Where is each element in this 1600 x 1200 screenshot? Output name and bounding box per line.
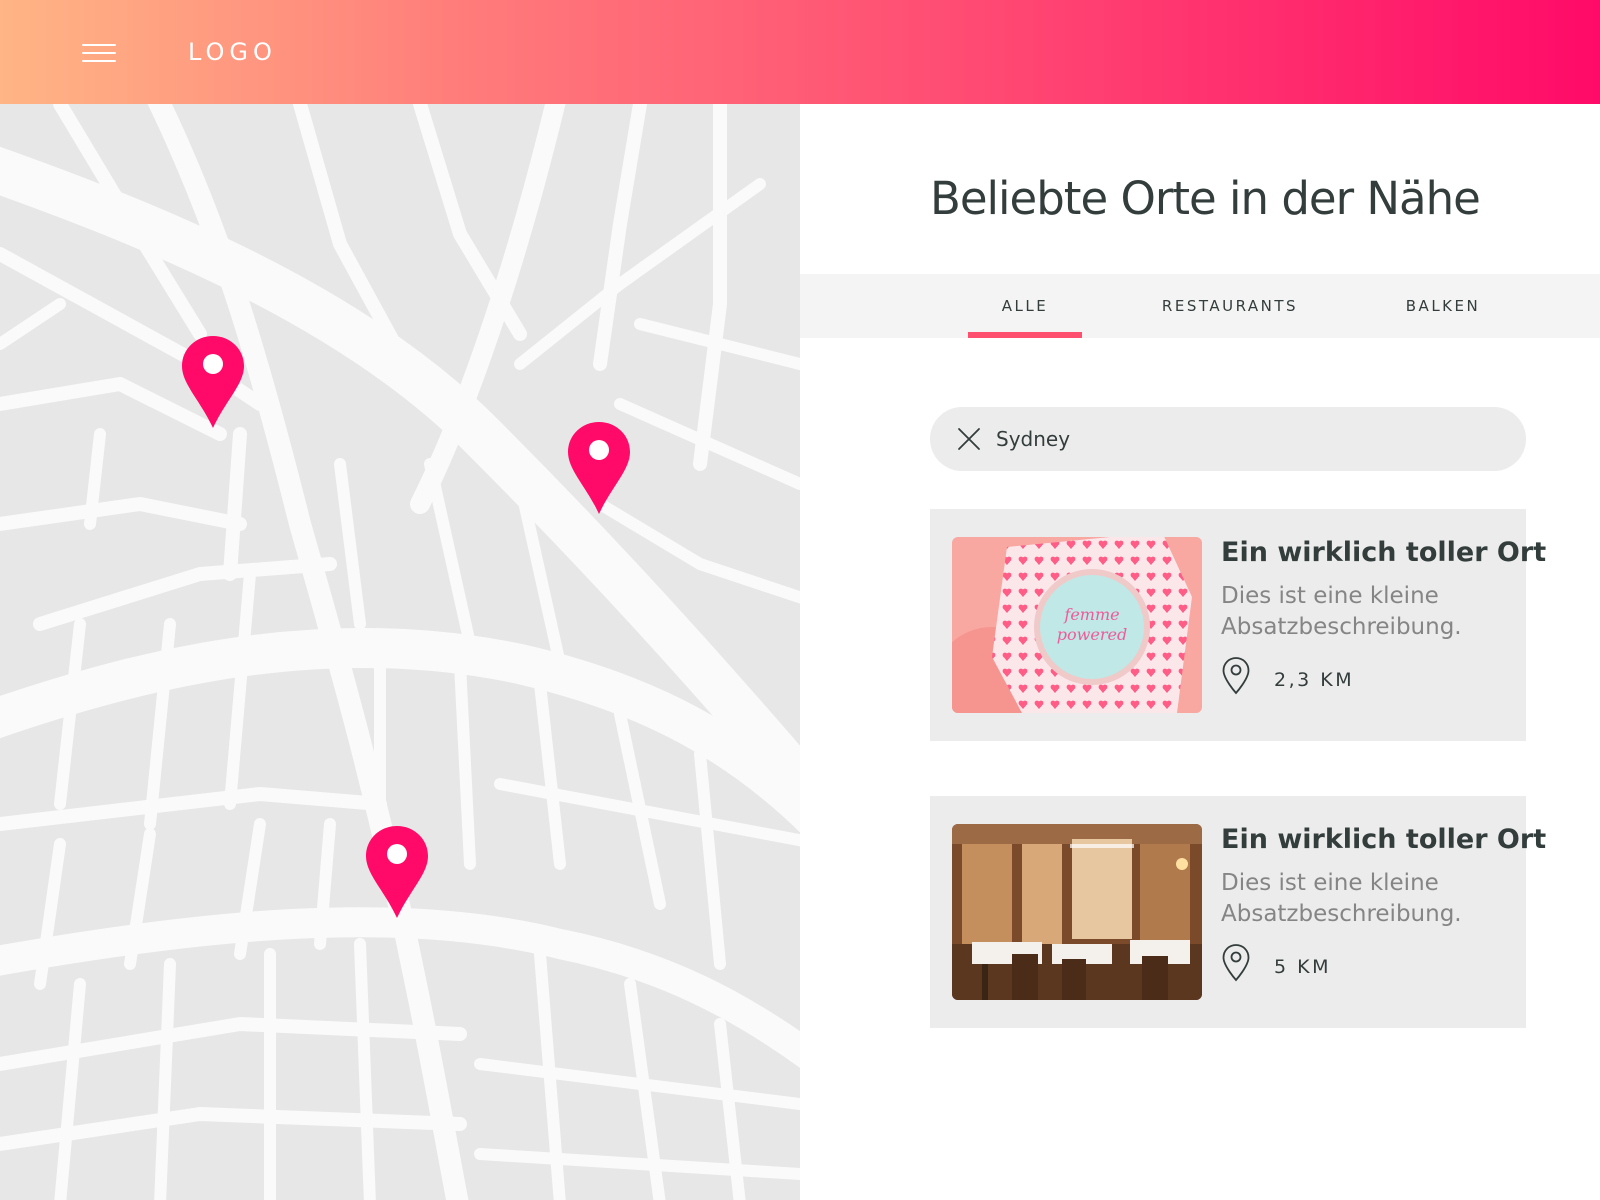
places-panel: Beliebte Orte in der Nähe ALLE RESTAURAN… (800, 104, 1600, 1200)
card-title: Ein wirklich toller Ort (1221, 824, 1547, 855)
category-tabs: ALLE RESTAURANTS BALKEN (800, 274, 1600, 338)
cake-photo: femme powered (952, 537, 1202, 713)
close-icon[interactable] (956, 426, 982, 452)
map-pin-icon[interactable] (566, 420, 632, 516)
card-description: Dies ist eine kleine Absatzbeschreibung. (1221, 583, 1462, 640)
map-pin-icon[interactable] (180, 334, 246, 430)
location-pin-outline-icon (1222, 657, 1250, 695)
tab-balken[interactable]: BALKEN (1378, 274, 1508, 338)
hamburger-menu-icon[interactable] (76, 36, 122, 70)
restaurant-interior-photo (952, 824, 1202, 1000)
svg-text:femme: femme (1063, 605, 1119, 624)
place-card[interactable]: Ein wirklich toller Ort Dies ist eine kl… (930, 796, 1546, 1028)
card-title: Ein wirklich toller Ort (1221, 537, 1547, 568)
page-title: Beliebte Orte in der Nähe (930, 172, 1481, 225)
search-input[interactable] (996, 419, 1476, 459)
card-description: Dies ist eine kleine Absatzbeschreibung. (1221, 870, 1462, 927)
place-card[interactable]: femme powered Ein wirklich toller Ort Di… (930, 509, 1546, 741)
search-bar (930, 407, 1526, 471)
map-pin-icon[interactable] (364, 824, 430, 920)
logo[interactable]: LOGO (188, 38, 277, 66)
map-streets (0, 104, 800, 1200)
card-distance: 2,3 KM (1274, 669, 1355, 691)
svg-text:powered: powered (1057, 625, 1127, 644)
tab-alle[interactable]: ALLE (968, 274, 1082, 338)
card-distance: 5 KM (1274, 956, 1331, 978)
location-pin-outline-icon (1222, 944, 1250, 982)
tab-restaurants[interactable]: RESTAURANTS (1130, 274, 1330, 338)
app-header: LOGO (0, 0, 1600, 104)
map-view[interactable] (0, 104, 800, 1200)
